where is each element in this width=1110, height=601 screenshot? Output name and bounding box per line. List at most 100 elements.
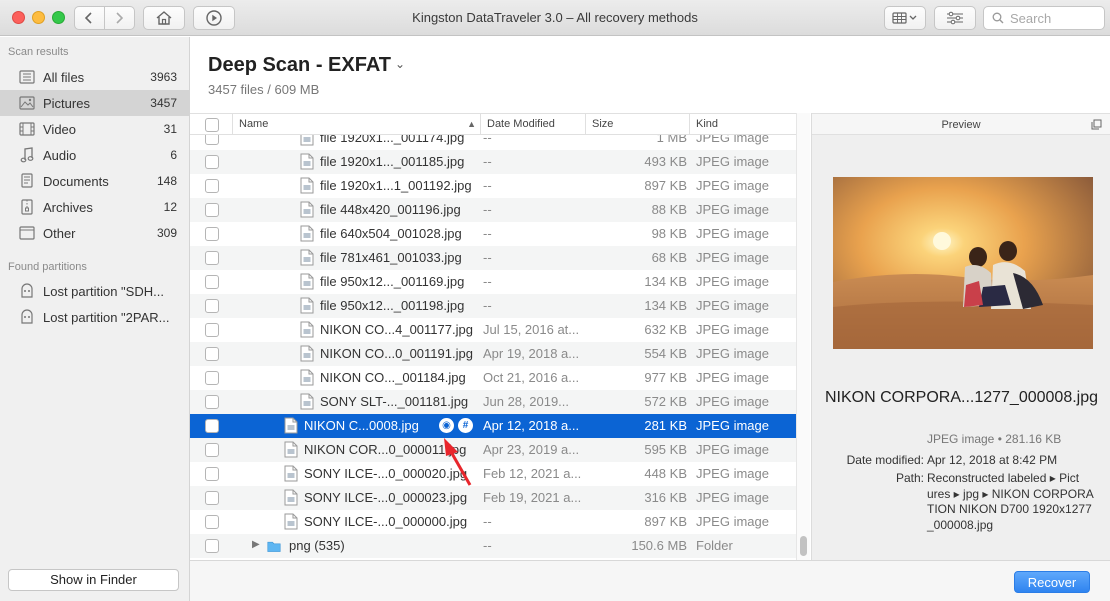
file-size: 632 KB xyxy=(644,322,687,337)
table-row[interactable]: file 950x12..._001198.jpg -- 134 KB JPEG im… xyxy=(190,294,796,318)
file-size: 897 KB xyxy=(644,514,687,529)
sidebar-item-partition-1[interactable]: Lost partition "SDH... xyxy=(0,278,189,304)
table-row[interactable]: file 1920x1..._001174.jpg -- 1 MB JPEG imag… xyxy=(190,135,796,150)
page-title[interactable]: Deep Scan - EXFAT ⌄ xyxy=(208,54,405,77)
file-date: Apr 23, 2019 a... xyxy=(483,442,580,457)
row-checkbox[interactable] xyxy=(205,443,219,457)
table-row[interactable]: NIKON CO..._001184.jpg Oct 21, 2016 a... 9… xyxy=(190,366,796,390)
file-name: SONY ILCE-...0_000000.jpg xyxy=(304,514,468,529)
file-size: 68 KB xyxy=(651,250,687,265)
column-size[interactable]: Size xyxy=(585,114,689,135)
row-checkbox[interactable] xyxy=(205,395,219,409)
row-checkbox[interactable] xyxy=(205,179,219,193)
table-row[interactable]: file 950x12..._001169.jpg -- 134 KB JPEG im… xyxy=(190,270,796,294)
sidebar-item-pictures[interactable]: Pictures 3457 xyxy=(0,90,189,116)
row-checkbox[interactable] xyxy=(205,515,219,529)
file-kind: JPEG image xyxy=(696,202,769,217)
row-checkbox[interactable] xyxy=(205,299,219,313)
row-checkbox[interactable] xyxy=(205,155,219,169)
other-files-icon xyxy=(18,225,36,241)
row-checkbox[interactable] xyxy=(205,203,219,217)
select-all-checkbox[interactable] xyxy=(205,118,219,132)
preview-type-size: JPEG image • 281.16 KB xyxy=(927,432,1062,446)
file-date: -- xyxy=(483,274,492,289)
sidebar-item-other[interactable]: Other 309 xyxy=(0,220,189,246)
sidebar-item-documents[interactable]: Documents 148 xyxy=(0,168,189,194)
file-kind: JPEG image xyxy=(696,178,769,193)
table-row[interactable]: file 781x461_001033.jpg -- 68 KB JPEG image xyxy=(190,246,796,270)
column-date[interactable]: Date Modified xyxy=(480,114,585,135)
image-file-icon xyxy=(300,273,314,290)
table-row[interactable]: file 1920x1..._001185.jpg -- 493 KB JPEG im… xyxy=(190,150,796,174)
scrollbar-thumb[interactable] xyxy=(800,536,807,556)
table-row[interactable]: SONY SLT-..._001181.jpg Jun 28, 2019... 57… xyxy=(190,390,796,414)
row-checkbox[interactable] xyxy=(205,227,219,241)
view-mode-button[interactable] xyxy=(884,6,926,30)
row-checkbox[interactable] xyxy=(205,275,219,289)
table-row[interactable]: ▶ png (535) -- 150.6 MB Folder xyxy=(190,534,796,558)
row-checkbox[interactable] xyxy=(205,419,219,433)
table-row[interactable]: SONY ILCE-...0_000000.jpg -- 897 KB JPEG im… xyxy=(190,510,796,534)
column-kind[interactable]: Kind xyxy=(689,114,796,135)
main-panel: Deep Scan - EXFAT ⌄ 3457 files / 609 MB N… xyxy=(190,37,1110,601)
column-name[interactable]: Name ▲ xyxy=(232,114,480,135)
preview-date-label: Date modified: xyxy=(846,453,924,467)
table-row[interactable]: file 1920x1...1_001192.jpg -- 897 KB JPEG i… xyxy=(190,174,796,198)
scrollbar[interactable] xyxy=(796,113,810,560)
file-name: file 1920x1..._001185.jpg xyxy=(320,154,465,169)
row-checkbox[interactable] xyxy=(205,251,219,265)
filter-settings-button[interactable] xyxy=(934,6,976,30)
file-kind: JPEG image xyxy=(696,322,769,337)
search-input[interactable]: Search xyxy=(983,6,1105,30)
table-row[interactable]: NIKON COR...0_000011.jpg Apr 23, 2019 a..… xyxy=(190,438,796,462)
preview-eye-icon[interactable]: ◉ xyxy=(439,418,454,433)
file-size: 88 KB xyxy=(651,202,687,217)
row-checkbox[interactable] xyxy=(205,371,219,385)
file-name: SONY ILCE-...0_000023.jpg xyxy=(304,490,468,505)
hex-view-icon[interactable]: # xyxy=(458,418,473,433)
row-checkbox[interactable] xyxy=(205,491,219,505)
sidebar-item-partition-2[interactable]: Lost partition "2PAR... xyxy=(0,304,189,330)
table-row[interactable]: SONY ILCE-...0_000023.jpg Feb 19, 2021 a.… xyxy=(190,486,796,510)
table-row[interactable]: NIKON CO...0_001191.jpg Apr 19, 2018 a...… xyxy=(190,342,796,366)
table-row[interactable]: file 448x420_001196.jpg -- 88 KB JPEG image xyxy=(190,198,796,222)
table-row[interactable]: NIKON C...0008.jpg ◉ # Apr 12, 2018 a... 281… xyxy=(190,414,796,438)
path-line: Reconstructed labeled ▸ Pict xyxy=(927,471,1080,485)
file-date: -- xyxy=(483,298,492,313)
table-row[interactable]: NIKON CO...4_001177.jpg Jul 15, 2016 at..… xyxy=(190,318,796,342)
table-row[interactable]: SONY ILCE-...0_000020.jpg Feb 12, 2021 a.… xyxy=(190,462,796,486)
row-checkbox[interactable] xyxy=(205,467,219,481)
path-line: TION NIKON D700 1920x1277 xyxy=(927,502,1092,516)
file-size: 493 KB xyxy=(644,154,687,169)
file-size: 134 KB xyxy=(644,298,687,313)
sidebar-item-video[interactable]: Video 31 xyxy=(0,116,189,142)
music-note-icon xyxy=(18,147,36,163)
row-checkbox[interactable] xyxy=(205,539,219,553)
image-file-icon xyxy=(300,153,314,170)
copy-icon[interactable] xyxy=(1091,119,1102,130)
row-checkbox[interactable] xyxy=(205,135,219,145)
file-size: 595 KB xyxy=(644,442,687,457)
file-date: -- xyxy=(483,538,492,553)
sidebar-item-count: 3963 xyxy=(150,70,177,84)
sidebar-item-all-files[interactable]: All files 3963 xyxy=(0,64,189,90)
table-row[interactable]: file 640x504_001028.jpg -- 98 KB JPEG image xyxy=(190,222,796,246)
search-icon xyxy=(992,12,1004,24)
image-file-icon xyxy=(300,297,314,314)
disclosure-triangle-icon[interactable]: ▶ xyxy=(252,539,260,550)
image-file-icon xyxy=(300,249,314,266)
sidebar-item-audio[interactable]: Audio 6 xyxy=(0,142,189,168)
row-checkbox[interactable] xyxy=(205,323,219,337)
image-file-icon xyxy=(300,321,314,338)
file-kind: JPEG image xyxy=(696,298,769,313)
preview-heading: Preview xyxy=(941,119,981,131)
drive-icon xyxy=(18,283,36,299)
file-date: Jul 15, 2016 at... xyxy=(483,322,580,337)
file-kind: JPEG image xyxy=(696,466,769,481)
show-in-finder-button[interactable]: Show in Finder xyxy=(8,569,179,591)
file-kind: JPEG image xyxy=(696,226,769,241)
row-checkbox[interactable] xyxy=(205,347,219,361)
recover-button[interactable]: Recover xyxy=(1014,571,1090,593)
sidebar-item-archives[interactable]: Archives 12 xyxy=(0,194,189,220)
file-name: file 1920x1..._001174.jpg xyxy=(320,135,465,145)
